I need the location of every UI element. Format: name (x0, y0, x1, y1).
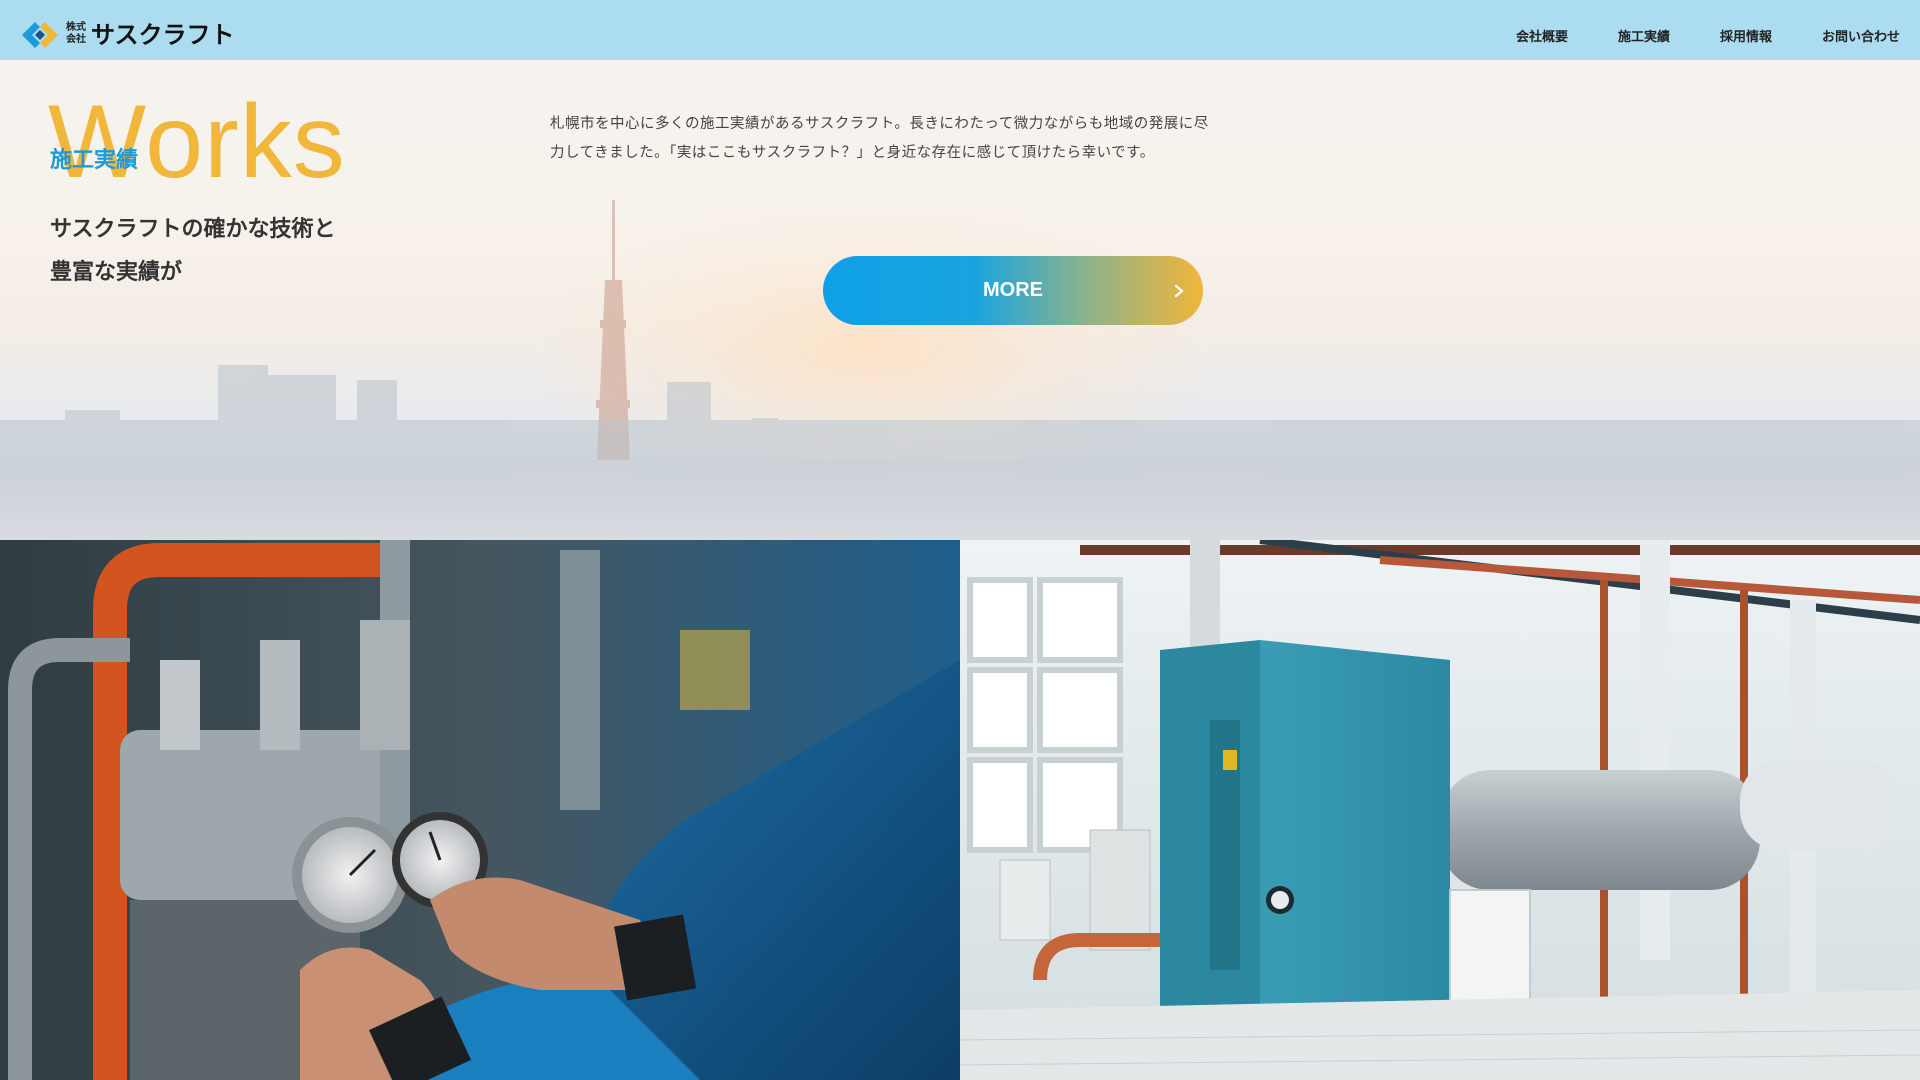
more-button[interactable]: MORE (823, 256, 1203, 325)
nav-item-works[interactable]: 施工実績 (1618, 26, 1670, 45)
works-lead-text: サスクラフトの確かな技術と 豊富な実績が (50, 208, 430, 294)
nav-item-contact[interactable]: お問い合わせ (1822, 26, 1900, 45)
works-lead-line-2: 豊富な実績が (50, 260, 183, 285)
logo-company-name: サスクラフト (91, 21, 235, 49)
boiler-room-photo (960, 540, 1920, 1080)
works-heading-jp: 施工実績 (50, 148, 139, 173)
main-nav: 会社概要 施工実績 採用情報 お問い合わせ (1516, 26, 1900, 45)
works-heading-en: Works (48, 84, 346, 200)
logo-company-type: 株式会社 (66, 22, 86, 45)
nav-item-recruit[interactable]: 採用情報 (1720, 26, 1772, 45)
site-header: 株式会社 サスクラフト 会社概要 施工実績 採用情報 お問い合わせ (0, 0, 1920, 60)
chevron-right-icon (1174, 284, 1184, 298)
nav-item-company[interactable]: 会社概要 (1516, 26, 1568, 45)
more-button-label: MORE (983, 279, 1043, 301)
works-lead-line-1: サスクラフトの確かな技術と (50, 217, 336, 242)
logo-diamond-icon (22, 22, 58, 48)
technician-gauge-photo (0, 540, 960, 1080)
company-logo[interactable]: 株式会社 サスクラフト (18, 17, 235, 53)
works-section: Works 施工実績 サスクラフトの確かな技術と 豊富な実績が 札幌市を中心に多… (0, 60, 1920, 540)
works-description: 札幌市を中心に多くの施工実績があるサスクラフト。長きにわたって微力ながらも地域の… (550, 116, 1209, 161)
